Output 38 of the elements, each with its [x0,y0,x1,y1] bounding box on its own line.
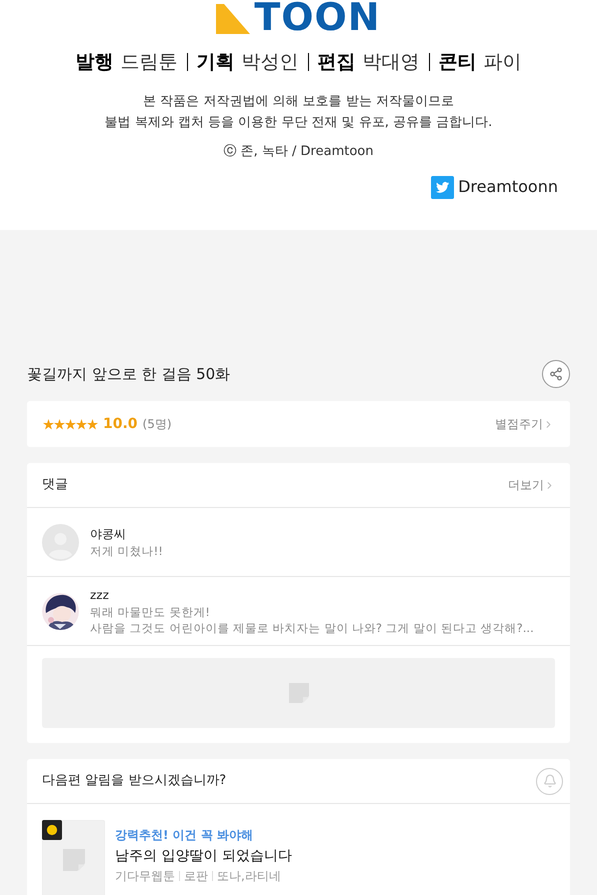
credit-name: 박성인 [242,50,298,75]
notification-question: 다음편 알림을 받으시겠습니까? [42,772,226,790]
credit-name: 드림툰 [120,50,178,75]
credit-name: 파이 [484,50,522,75]
recommendation-tag: 강력추천! 이건 꼭 봐야해 [115,825,292,845]
comment-author: 야콩씨 [90,526,127,543]
default-avatar-icon [42,524,79,560]
credit-role: 콘티 [438,50,476,75]
rate-link[interactable]: 별점주기 [495,415,554,433]
logo-text: TOON [254,0,381,34]
twitter-handle: Dreamtoonn [458,176,558,198]
twitter-bird-icon [431,176,454,198]
comment-text: 사람을 그것도 어린아이를 제물로 바치자는 말이 나와? 그게 말이 된다고 생각해?... [90,620,534,636]
rating-count: (5명) [142,416,172,433]
credit-name: 박대영 [362,50,420,75]
bell-icon [542,774,556,788]
comments-title: 댓글 [42,476,68,494]
recommendation-title[interactable]: 남주의 입양딸이 되었습니다 [115,845,292,867]
comment-author: zzz [90,587,110,604]
rating-score: 10.0 [103,414,138,434]
copyright-notice: 본 작품은 저작권법에 의해 보호를 받는 저작물이므로 [143,92,454,110]
comment-text: 저게 미쳤나!! [90,543,163,559]
episode-title: 꽃길까지 앞으로 한 걸음 50화 [27,364,230,385]
clock-badge-icon [42,820,62,840]
copyright-line: ⓒ 존, 녹타 / Dreamtoon [224,142,374,160]
share-icon [549,367,563,381]
thumbnail-placeholder[interactable] [42,820,105,895]
recommendation-meta: 또나,라티네 [217,868,281,885]
share-button[interactable] [542,360,570,388]
credit-role: 발행 [76,50,114,75]
credit-role: 편집 [318,50,356,75]
more-link[interactable]: 더보기 [508,476,555,494]
comment-text: 뭐래 마물만도 못한게! [90,604,211,620]
credit-role: 기획 [196,50,234,75]
recommendation-meta: 기다무웹툰 [115,868,175,885]
recommendation-meta: 로판 [184,868,208,885]
copyright-notice: 불법 복제와 캡처 등을 이용한 무단 전재 및 유포, 공유를 금합니다. [104,114,492,132]
logo-triangle-icon [216,4,250,34]
